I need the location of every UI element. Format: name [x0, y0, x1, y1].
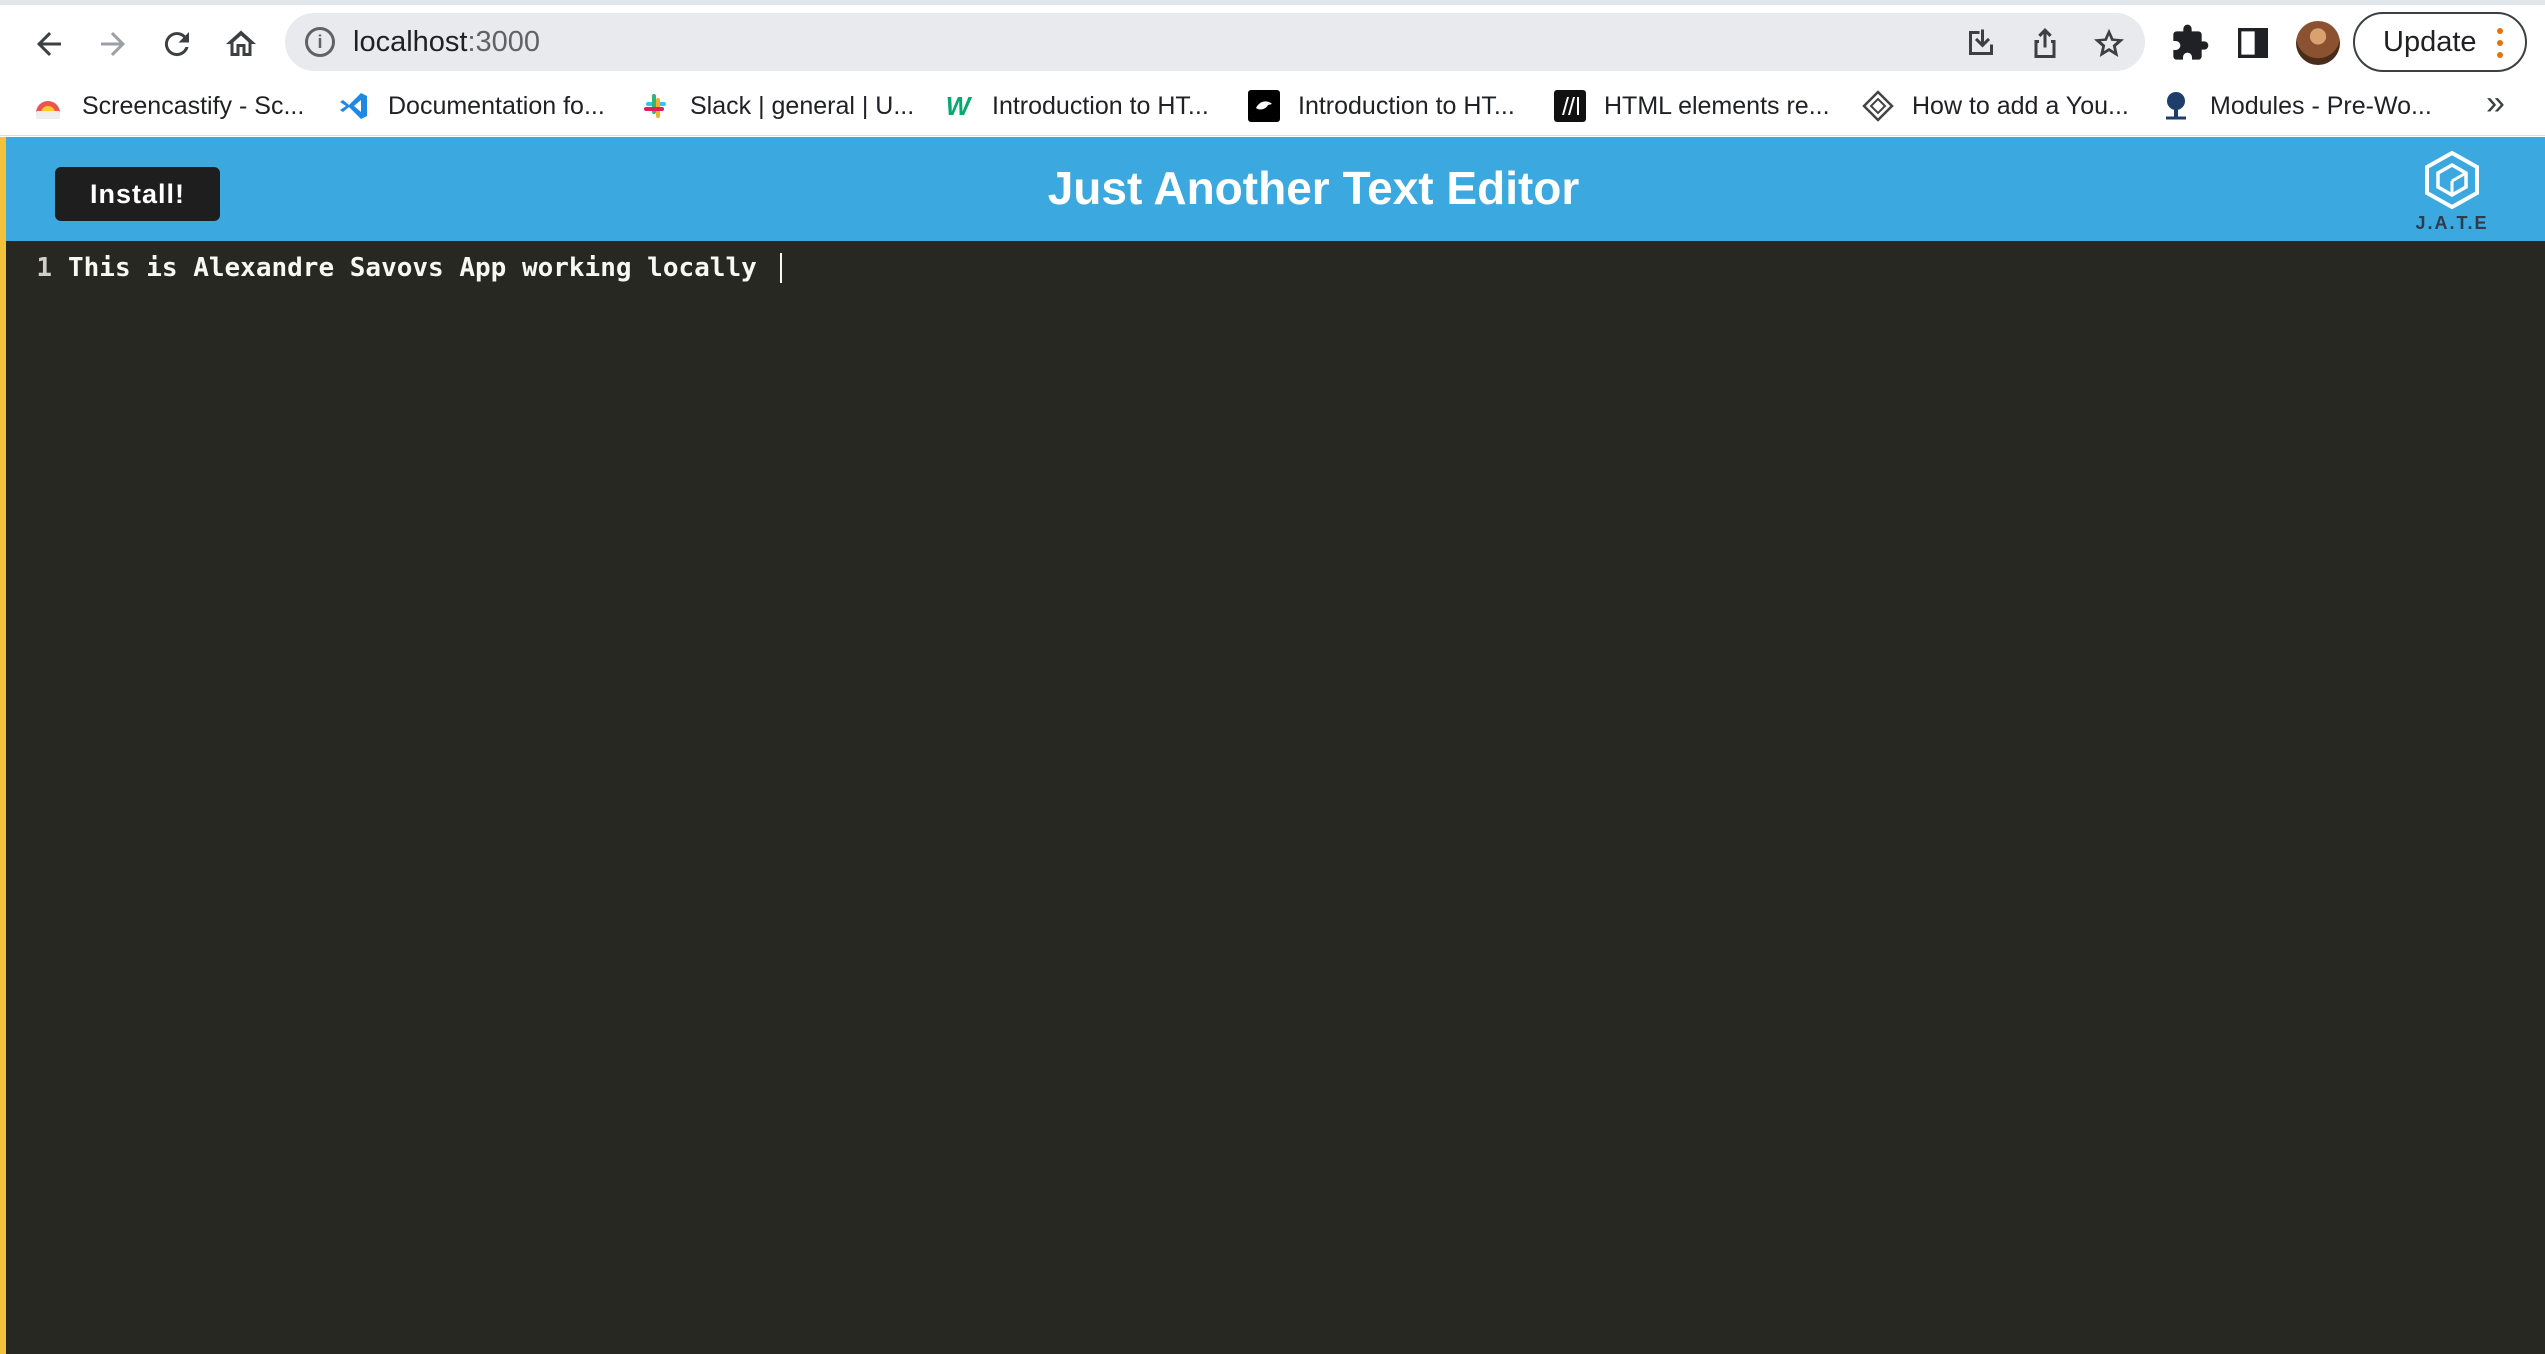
bookmark-label: HTML elements re...: [1604, 91, 1830, 120]
reload-icon: [164, 32, 189, 57]
browser-window: i localhost:3000 Update Screencastify - …: [0, 0, 2545, 1354]
profile-avatar[interactable]: [2296, 21, 2340, 65]
w3schools-icon: W: [945, 90, 971, 121]
url-host: localhost: [353, 26, 468, 58]
forward-arrow-icon: [101, 32, 125, 56]
bookmark-item[interactable]: W Introduction to HT...: [942, 84, 1209, 128]
bookmark-label: Slack | general | U...: [690, 91, 915, 120]
bookmark-item[interactable]: Modules - Pre-Wo...: [2160, 84, 2432, 128]
logo-text: J.A.T.E: [2415, 213, 2489, 233]
text-cursor: [780, 253, 783, 283]
forward-button[interactable]: [84, 15, 142, 73]
app-viewport: Install! Just Another Text Editor J.A.T.…: [0, 137, 2545, 1354]
home-icon: [226, 30, 256, 56]
url-text: localhost:3000: [353, 25, 540, 59]
bookmark-item[interactable]: Introduction to HT...: [1248, 84, 1515, 128]
bookmark-label: Screencastify - Sc...: [82, 91, 305, 120]
editor-line: 1 This is Alexandre Savovs App working l…: [6, 251, 783, 285]
vscode-icon: [338, 90, 370, 122]
bookmark-item[interactable]: Documentation fo...: [338, 84, 605, 128]
bookmark-label: How to add a You...: [1912, 91, 2129, 120]
install-app-icon[interactable]: [1963, 25, 1999, 61]
bookmark-item[interactable]: Screencastify - Sc...: [32, 84, 304, 128]
address-bar[interactable]: i localhost:3000: [285, 13, 2145, 71]
url-port: :3000: [467, 26, 541, 58]
bookmark-item[interactable]: HTML elements re...: [1554, 84, 1830, 128]
info-icon[interactable]: i: [305, 27, 335, 57]
bookmark-label: Documentation fo...: [388, 91, 605, 120]
app-header: Install! Just Another Text Editor J.A.T.…: [6, 137, 2545, 241]
tree-icon: [2160, 90, 2192, 122]
bookmark-star-icon[interactable]: [2091, 25, 2127, 61]
menu-kebab-icon: [2497, 28, 2503, 58]
bookmark-label: Introduction to HT...: [1298, 91, 1515, 120]
code-editor[interactable]: 1 This is Alexandre Savovs App working l…: [6, 241, 2545, 1354]
side-panel-icon[interactable]: [2233, 23, 2273, 63]
site-icon: [1862, 90, 1894, 122]
bookmark-label: Introduction to HT...: [992, 91, 1209, 120]
bookmark-label: Modules - Pre-Wo...: [2210, 91, 2432, 120]
screencastify-icon: [32, 90, 64, 122]
home-button[interactable]: [212, 15, 270, 73]
bookmark-item[interactable]: Slack | general | U...: [640, 84, 914, 128]
share-icon[interactable]: [2027, 25, 2063, 61]
app-title: Just Another Text Editor: [1047, 162, 1580, 214]
slack-icon: [640, 90, 672, 122]
update-button[interactable]: Update: [2353, 12, 2527, 72]
back-arrow-icon: [37, 32, 61, 56]
back-button[interactable]: [20, 15, 78, 73]
logo-hexagon-icon: [2425, 151, 2479, 209]
jate-logo: J.A.T.E: [2410, 151, 2494, 235]
bookmark-item[interactable]: How to add a You...: [1862, 84, 2129, 128]
bookmarks-overflow-button[interactable]: »: [2486, 84, 2505, 123]
bookmarks-bar: Screencastify - Sc... Documentation fo..…: [0, 76, 2545, 136]
codecademy-icon: [1248, 90, 1280, 122]
line-text[interactable]: This is Alexandre Savovs App working loc…: [68, 253, 772, 283]
update-label: Update: [2383, 25, 2477, 58]
extensions-icon[interactable]: [2170, 23, 2210, 63]
reload-button[interactable]: [148, 15, 206, 73]
browser-toolbar: i localhost:3000 Update: [0, 0, 2545, 76]
mdn-icon: [1554, 90, 1586, 122]
line-number: 1: [36, 253, 52, 283]
